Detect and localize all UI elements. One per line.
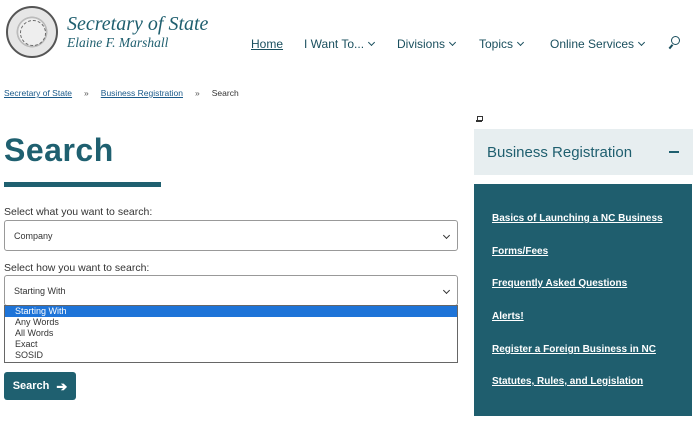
breadcrumb-secretary-of-state[interactable]: Secretary of State (4, 88, 72, 98)
state-seal-logo[interactable] (6, 6, 58, 58)
sidebar-link-foreign-business[interactable]: Register a Foreign Business in NC (492, 344, 656, 355)
search-how-label: Select how you want to search: (4, 262, 150, 274)
breadcrumb-business-registration[interactable]: Business Registration (101, 88, 183, 98)
site-subtitle: Elaine F. Marshall (67, 35, 169, 50)
nav-home-label: Home (251, 37, 284, 51)
sidebar-link-basics[interactable]: Basics of Launching a NC Business (492, 213, 663, 224)
chevron-down-icon (516, 38, 525, 47)
chevron-down-icon (448, 38, 457, 47)
breadcrumb-separator: » (84, 88, 89, 98)
print-icon[interactable] (476, 116, 483, 122)
option-any-words[interactable]: Any Words (5, 317, 457, 328)
breadcrumb: Secretary of State » Business Registrati… (4, 88, 239, 98)
search-what-value: Company (14, 230, 53, 241)
search-what-label: Select what you want to search: (4, 206, 153, 218)
nav-online-services-label: Online Services (550, 37, 635, 51)
search-how-select[interactable]: Starting With (4, 275, 458, 306)
option-all-words[interactable]: All Words (5, 328, 457, 339)
search-icon[interactable] (667, 36, 681, 50)
option-starting-with[interactable]: Starting With (5, 306, 457, 317)
page-title: Search (4, 132, 114, 168)
nav-topics-label: Topics (479, 37, 514, 51)
option-exact[interactable]: Exact (5, 339, 457, 350)
chevron-down-icon (442, 286, 451, 295)
breadcrumb-current: Search (211, 88, 239, 98)
nav-i-want-to[interactable]: I Want To... (304, 37, 376, 51)
chevron-down-icon (442, 231, 451, 240)
search-button[interactable]: Search ➔ (4, 372, 76, 400)
search-how-options-list: Starting With Any Words All Words Exact … (4, 305, 458, 363)
site-title[interactable]: Secretary of State (67, 13, 208, 36)
nav-home[interactable]: Home (251, 37, 283, 51)
arrow-right-icon: ➔ (56, 378, 68, 394)
sidebar-link-faq[interactable]: Frequently Asked Questions (492, 278, 627, 289)
sidebar-link-forms-fees[interactable]: Forms/Fees (492, 246, 548, 257)
sidebar-links-panel: Basics of Launching a NC Business Forms/… (474, 184, 692, 416)
search-what-select[interactable]: Company (4, 220, 458, 251)
nav-divisions[interactable]: Divisions (397, 37, 457, 51)
sidebar-link-alerts[interactable]: Alerts! (492, 311, 524, 322)
search-how-value: Starting With (14, 285, 66, 296)
nav-topics[interactable]: Topics (479, 37, 525, 51)
nav-divisions-label: Divisions (397, 37, 446, 51)
chevron-down-icon (367, 38, 376, 47)
search-button-label: Search (12, 380, 50, 392)
breadcrumb-separator: » (195, 88, 200, 98)
sidebar-link-statutes[interactable]: Statutes, Rules, and Legislation (492, 376, 643, 387)
sidebar-heading-label: Business Registration (487, 143, 633, 161)
title-underline (4, 182, 161, 187)
collapse-icon[interactable] (669, 151, 679, 153)
sidebar-heading[interactable]: Business Registration (474, 129, 693, 175)
nav-i-want-to-label: I Want To... (304, 37, 365, 51)
nav-online-services[interactable]: Online Services (550, 37, 646, 51)
chevron-down-icon (638, 38, 646, 47)
option-sosid[interactable]: SOSID (5, 350, 457, 361)
